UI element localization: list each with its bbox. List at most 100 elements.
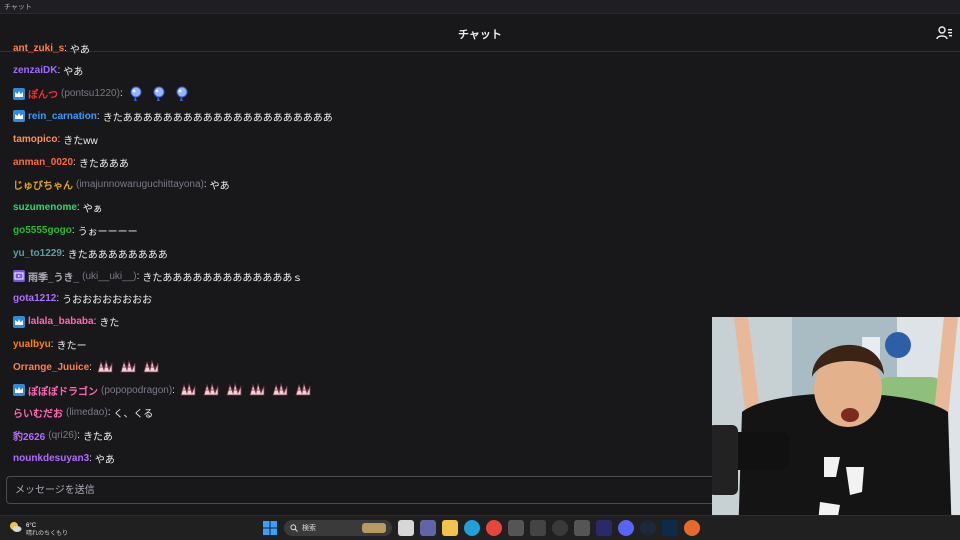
chat-message-text: やあ <box>63 67 84 79</box>
chat-username[interactable]: Orrange_Juuice <box>13 362 89 373</box>
chat-message-text: きたああああああああ <box>67 249 168 261</box>
chat-username[interactable]: ぽんつ <box>28 86 58 101</box>
chat-message: ぽんつ (pontsu1220): <box>13 85 196 103</box>
chat-username[interactable]: tamopico <box>13 134 57 145</box>
chat-separator: : <box>172 384 175 396</box>
4k-app-icon[interactable] <box>530 520 546 536</box>
file-explorer-icon[interactable] <box>398 520 414 536</box>
chat-emotes <box>127 86 196 102</box>
emote-icon[interactable] <box>142 359 160 375</box>
emote-icon[interactable] <box>225 382 243 398</box>
photoshop-icon[interactable] <box>662 520 678 536</box>
chat-separator: : <box>57 133 61 145</box>
window-titlebar: チャット <box>0 0 960 14</box>
crown-badge-icon[interactable] <box>13 110 25 123</box>
emote-icon[interactable] <box>127 86 145 102</box>
chat-input-container[interactable] <box>6 476 718 504</box>
chat-separator: : <box>119 88 123 100</box>
chat-username[interactable]: yualbyu <box>13 339 51 350</box>
chat-separator: : <box>76 202 80 214</box>
badge-icon[interactable] <box>13 270 25 282</box>
chat-username[interactable]: ぽぽぽドラゴン <box>28 383 98 398</box>
chat-separator: : <box>203 179 207 191</box>
window-title: チャット <box>4 4 32 11</box>
teams-icon[interactable] <box>420 520 436 536</box>
chat-message-text: きたww <box>63 135 98 147</box>
chat-separator: : <box>77 430 80 442</box>
crown-badge-icon[interactable] <box>13 87 25 100</box>
chat-message-text: うおおおおおおおお <box>62 295 153 307</box>
chat-separator: : <box>61 247 65 259</box>
chat-separator: : <box>71 224 75 236</box>
emote-icon[interactable] <box>173 86 191 102</box>
folder-icon[interactable] <box>442 520 458 536</box>
steam-icon[interactable] <box>640 520 656 536</box>
chat-message: yu_to1229: きたああああああああ <box>13 244 168 262</box>
premiere-icon[interactable] <box>596 520 612 536</box>
chat-message: らいむだお (limedao): く、くる <box>13 404 153 422</box>
chat-username[interactable]: じゅびちゃん <box>13 177 73 192</box>
obs-icon[interactable] <box>552 520 568 536</box>
chat-username[interactable]: yu_to1229 <box>13 248 62 259</box>
emote-icon[interactable] <box>150 86 168 102</box>
chat-username[interactable]: rein_carnation <box>28 111 97 122</box>
discord-icon[interactable] <box>618 520 634 536</box>
emote-icon[interactable] <box>294 382 312 398</box>
chat-username[interactable]: lalala_bababa <box>28 316 94 327</box>
crown-badge-icon[interactable] <box>13 315 25 328</box>
chat-separator: : <box>107 407 111 419</box>
chat-message-text: きたあああ <box>78 158 129 170</box>
chat-username[interactable]: らいむだお <box>13 405 63 420</box>
chat-separator: : <box>57 65 61 77</box>
taskbar-search[interactable]: 検索 <box>284 520 392 536</box>
chat-username[interactable]: zenzaiDK <box>13 65 57 76</box>
chat-emotes <box>96 359 165 375</box>
chat-username[interactable]: go5555gogo <box>13 225 72 236</box>
emote-icon[interactable] <box>202 382 220 398</box>
chat-separator: : <box>93 316 97 328</box>
chat-message: ant_zuki_s: やあ <box>13 39 90 57</box>
chat-message: lalala_bababa: きた <box>13 313 119 331</box>
edge-icon[interactable] <box>464 520 480 536</box>
crown-badge-icon[interactable] <box>13 384 25 396</box>
emote-icon[interactable] <box>271 382 289 398</box>
chat-username[interactable]: 雨季_うき_ <box>28 269 79 284</box>
chat-separator: : <box>89 361 92 373</box>
chat-username[interactable]: gota1212 <box>13 293 56 304</box>
chat-username[interactable]: ant_zuki_s <box>13 43 64 54</box>
chat-message-text: やあ <box>94 454 115 466</box>
chat-input[interactable] <box>7 477 717 503</box>
chrome-icon[interactable] <box>486 520 502 536</box>
chat-message: go5555gogo: うぉーーーー <box>13 221 138 239</box>
chat-message-text: きたあああああああああああああｓ <box>142 272 303 284</box>
chat-message: Orrange_Juuice: <box>13 358 165 376</box>
emote-icon[interactable] <box>248 382 266 398</box>
chat-separator: : <box>50 338 54 350</box>
firefox-icon[interactable] <box>684 520 700 536</box>
chat-username[interactable]: anman_0020 <box>13 157 73 168</box>
users-icon[interactable] <box>936 25 954 41</box>
emote-icon[interactable] <box>96 359 114 375</box>
chat-separator: : <box>136 270 140 282</box>
chat-message-text: やあ <box>69 44 90 56</box>
chat-login-name: (qri26) <box>48 430 78 442</box>
weather-widget[interactable]: 6°C 晴れのちくもり <box>8 520 68 539</box>
chat-login-name: (imajunnowaruguchiittayona) <box>76 179 204 191</box>
emote-icon[interactable] <box>119 359 137 375</box>
taskbar-search-placeholder: 検索 <box>302 525 316 532</box>
search-highlight-icon <box>362 523 386 533</box>
chat-message-text: きたー <box>56 340 87 352</box>
chat-login-name: (pontsu1220) <box>61 88 120 100</box>
app-icon[interactable] <box>508 520 524 536</box>
chat-username[interactable]: suzumenome <box>13 202 77 213</box>
chat-message: tamopico: きたww <box>13 130 98 148</box>
chat-message-list[interactable]: ant_zuki_s: やあ zenzaiDK: やあ ぽんつ (pontsu1220):… <box>0 38 712 470</box>
chat-username[interactable]: 豹2626 <box>13 428 45 443</box>
chat-separator: : <box>73 156 76 168</box>
chat-username[interactable]: nounkdesuyan3 <box>13 453 89 464</box>
emote-icon[interactable] <box>179 382 197 398</box>
windows-start-icon[interactable] <box>262 520 278 536</box>
chat-message: nounkdesuyan3: やあ <box>13 449 115 467</box>
chat-message: 雨季_うき_ (uki__uki__): きたあああああああああああああｓ <box>13 267 302 285</box>
app-icon[interactable] <box>574 520 590 536</box>
